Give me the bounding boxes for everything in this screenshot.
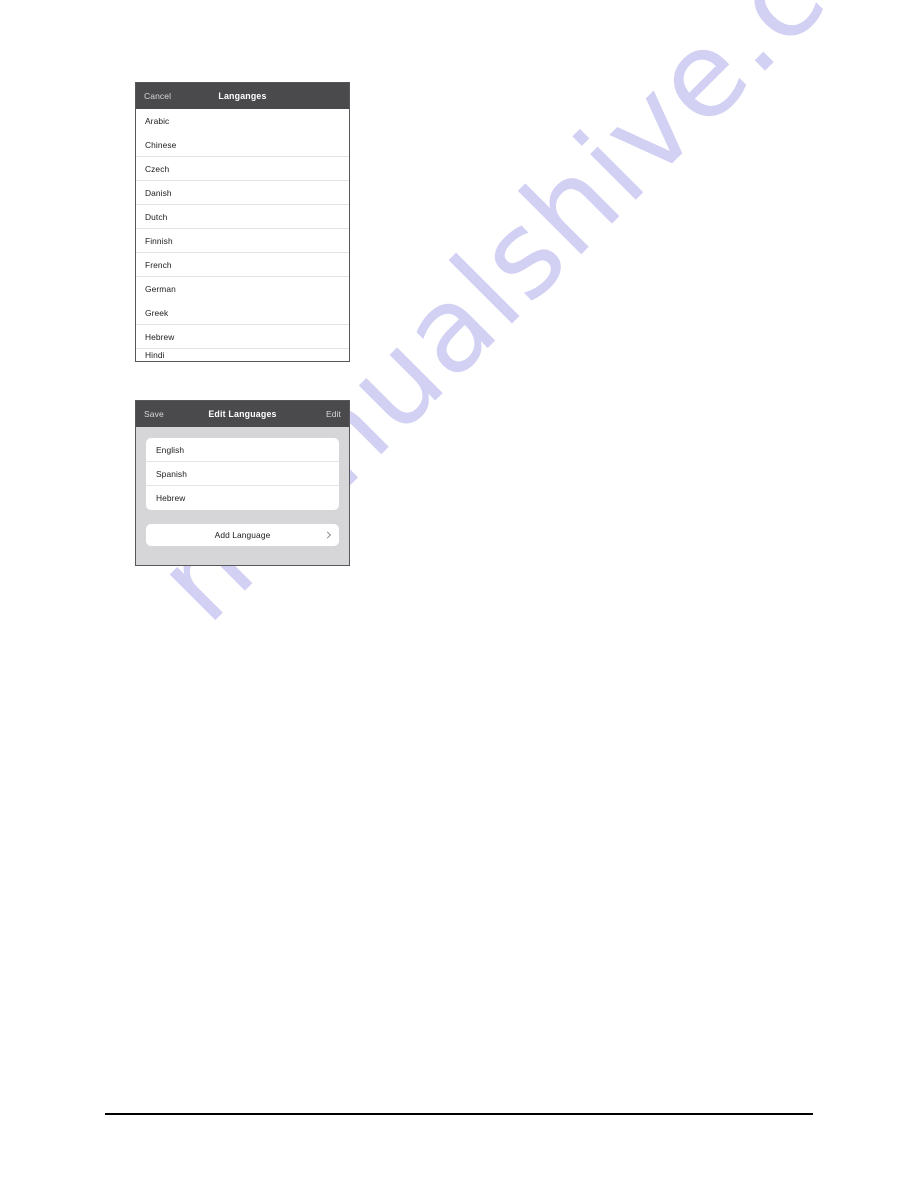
- language-label: Czech: [145, 163, 170, 174]
- language-list: Arabic Chinese Czech Danish Dutch Finnis…: [136, 109, 349, 359]
- list-item[interactable]: Hindi: [136, 349, 349, 359]
- edit-navigation-bar: Save Edit Languages Edit: [136, 401, 349, 427]
- list-item[interactable]: Arabic: [136, 109, 349, 133]
- language-label: Arabic: [145, 115, 170, 126]
- list-item[interactable]: Danish: [136, 181, 349, 205]
- list-item[interactable]: German: [136, 277, 349, 301]
- list-item[interactable]: Finnish: [136, 229, 349, 253]
- list-item[interactable]: Hebrew: [136, 325, 349, 349]
- language-label: German: [145, 283, 176, 294]
- languages-navigation-bar: Cancel Langanges: [136, 83, 349, 109]
- edit-button[interactable]: Edit: [326, 410, 341, 419]
- list-item[interactable]: Greek: [136, 301, 349, 325]
- list-item[interactable]: Czech: [136, 157, 349, 181]
- language-label: Greek: [145, 307, 169, 318]
- language-label: Finnish: [145, 235, 173, 246]
- list-item[interactable]: Chinese: [136, 133, 349, 157]
- save-button[interactable]: Save: [144, 410, 164, 419]
- list-item[interactable]: Hebrew: [146, 486, 339, 510]
- language-label: Hebrew: [156, 493, 186, 503]
- language-label: Hebrew: [145, 331, 175, 342]
- selected-languages-card: English Spanish Hebrew: [146, 438, 339, 510]
- edit-languages-title: Edit Languages: [208, 408, 277, 419]
- languages-picker-screenshot: Cancel Langanges Arabic Chinese Czech Da…: [135, 82, 350, 362]
- language-label: Spanish: [156, 468, 187, 479]
- cancel-button[interactable]: Cancel: [144, 92, 171, 101]
- edit-languages-body: English Spanish Hebrew Add Language: [136, 427, 349, 565]
- edit-languages-screenshot: Save Edit Languages Edit English Spanish…: [135, 400, 350, 566]
- language-label: Chinese: [145, 139, 177, 150]
- language-label: Dutch: [145, 211, 168, 222]
- list-item[interactable]: Dutch: [136, 205, 349, 229]
- chevron-right-icon: [323, 531, 332, 539]
- language-label: English: [156, 444, 185, 455]
- language-label: French: [145, 259, 172, 270]
- list-item[interactable]: Spanish: [146, 462, 339, 486]
- language-label: Danish: [145, 187, 172, 198]
- footer-divider: [105, 1113, 813, 1115]
- add-language-button[interactable]: Add Language: [146, 524, 339, 546]
- list-item[interactable]: English: [146, 438, 339, 462]
- add-language-label: Add Language: [214, 530, 271, 540]
- language-label: Hindi: [145, 350, 165, 359]
- list-item[interactable]: French: [136, 253, 349, 277]
